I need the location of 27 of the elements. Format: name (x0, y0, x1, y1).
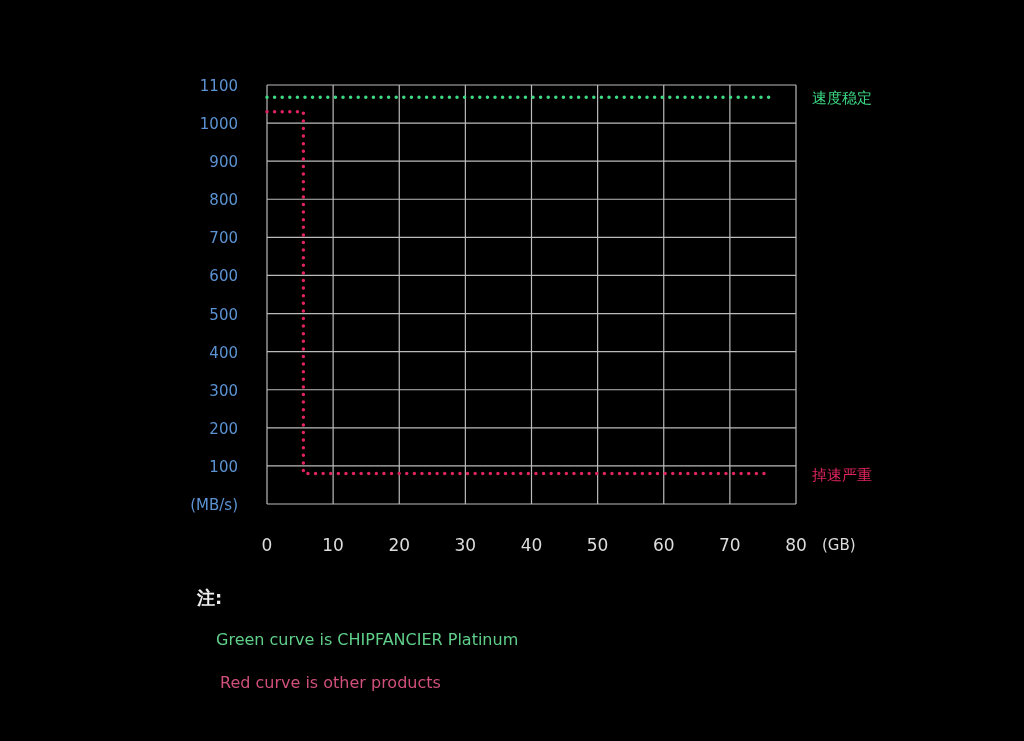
x-axis-unit: (GB) (822, 536, 856, 554)
y-axis-label: 500 (209, 305, 238, 324)
curve-annotation: 掉速严重 (812, 465, 872, 484)
y-axis-label: 200 (209, 419, 238, 438)
y-axis-label: 700 (209, 229, 238, 248)
x-axis-label: 80 (785, 535, 807, 555)
x-axis-label: 40 (520, 535, 543, 555)
curve-annotation: 速度稳定 (812, 89, 872, 108)
x-axis-label: 0 (261, 535, 273, 555)
x-axis-label: 70 (719, 535, 741, 555)
note-title: 注: (197, 586, 223, 610)
x-axis-label: 50 (586, 535, 609, 555)
y-axis-label: 1000 (199, 115, 238, 134)
x-axis-label: 30 (454, 535, 477, 555)
y-axis-label: 800 (209, 191, 238, 210)
legend-note: Red curve is other products (220, 673, 441, 692)
x-axis-label: 60 (652, 535, 675, 555)
y-axis-label: 400 (209, 343, 238, 362)
y-axis-label: (MB/s) (190, 496, 238, 514)
y-axis-label: 600 (209, 267, 238, 286)
legend-note: Green curve is CHIPFANCIER Platinum (216, 630, 519, 649)
y-axis-label: 300 (209, 381, 238, 400)
y-axis-label: 1100 (199, 77, 238, 95)
y-axis-label: 900 (209, 153, 238, 172)
x-axis-label: 20 (388, 535, 411, 555)
x-axis-label: 10 (322, 535, 344, 555)
y-axis-label: 100 (209, 457, 238, 476)
